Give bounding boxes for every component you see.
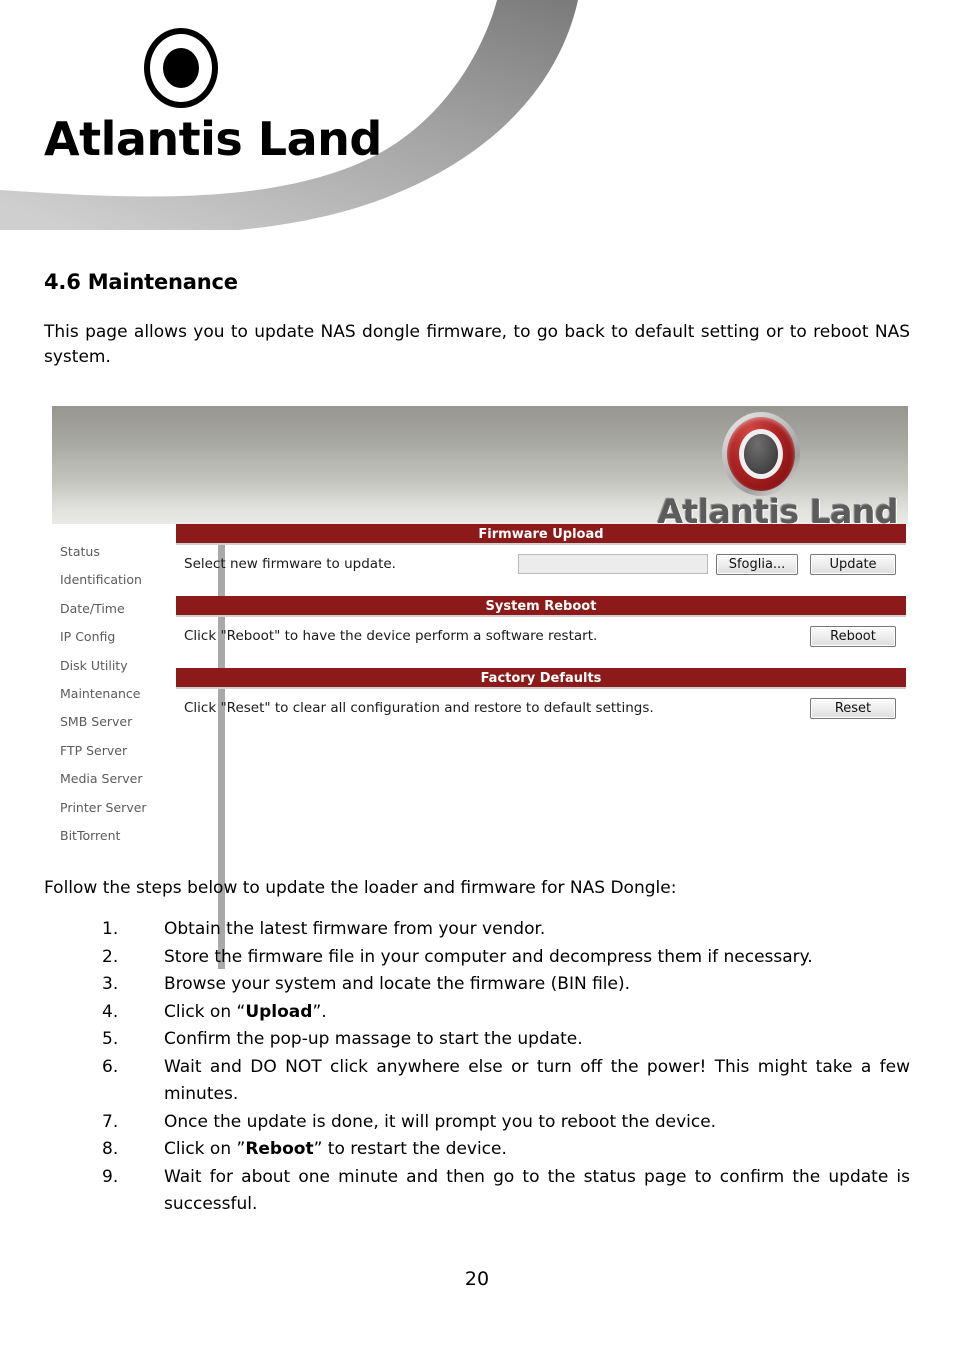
panel-spacer — [176, 583, 906, 596]
browse-button[interactable]: Sfoglia... — [716, 553, 798, 575]
panel-spacer — [176, 655, 906, 668]
reboot-button[interactable]: Reboot — [810, 625, 896, 647]
nas-sidebar: Status Identification Date/Time IP Confi… — [60, 538, 172, 850]
list-item: Obtain the latest firmware from your ven… — [102, 916, 546, 943]
page-title: 4.6 Maintenance — [44, 270, 238, 294]
steps-intro: Follow the steps below to update the loa… — [44, 878, 677, 898]
sidebar-item-smb-server[interactable]: SMB Server — [60, 708, 172, 736]
firmware-file-input[interactable] — [518, 554, 708, 574]
sidebar-item-bittorrent[interactable]: BitTorrent — [60, 822, 172, 850]
sidebar-item-disk-utility[interactable]: Disk Utility — [60, 652, 172, 680]
sidebar-item-printer-server[interactable]: Printer Server — [60, 794, 172, 822]
list-item: Browse your system and locate the firmwa… — [102, 971, 631, 998]
panel-system-reboot: System Reboot Click "Reboot" to have the… — [176, 596, 906, 655]
sidebar-item-ftp-server[interactable]: FTP Server — [60, 737, 172, 765]
list-item: Click on “Upload”. — [102, 999, 327, 1026]
page-header: Atlantis Land — [0, 0, 954, 230]
list-item: Store the firmware file in your computer… — [102, 944, 813, 971]
list-item: Confirm the pop-up massage to start the … — [102, 1026, 583, 1053]
intro-paragraph: This page allows you to update NAS dongl… — [44, 322, 910, 367]
list-item: Click on ”Reboot” to restart the device. — [102, 1136, 507, 1163]
list-item: Wait and DO NOT click anywhere else or t… — [102, 1054, 910, 1105]
panel-title-firmware-upload: Firmware Upload — [176, 524, 906, 545]
sidebar-item-date-time[interactable]: Date/Time — [60, 595, 172, 623]
atlantis-ring-icon — [722, 412, 800, 496]
list-item: Once the update is done, it will prompt … — [102, 1109, 717, 1136]
update-button[interactable]: Update — [810, 553, 896, 575]
panel-title-system-reboot: System Reboot — [176, 596, 906, 617]
system-reboot-row: Click "Reboot" to have the device perfor… — [176, 617, 906, 655]
firmware-upload-row: Select new firmware to update. Sfoglia..… — [176, 545, 906, 583]
sidebar-item-ip-config[interactable]: IP Config — [60, 623, 172, 651]
panel-title-factory-defaults: Factory Defaults — [176, 668, 906, 689]
sidebar-item-maintenance[interactable]: Maintenance — [60, 680, 172, 708]
firmware-upload-description: Select new firmware to update. — [184, 556, 396, 572]
atlantis-ring-icon — [144, 28, 218, 108]
panel-factory-defaults: Factory Defaults Click "Reset" to clear … — [176, 668, 906, 727]
sidebar-item-status[interactable]: Status — [60, 538, 172, 566]
steps-section: Follow the steps below to update the loa… — [44, 878, 910, 1219]
nas-body: Status Identification Date/Time IP Confi… — [52, 524, 908, 969]
sidebar-item-identification[interactable]: Identification — [60, 566, 172, 594]
sidebar-item-media-server[interactable]: Media Server — [60, 765, 172, 793]
brand-logo: Atlantis Land — [44, 28, 382, 166]
steps-list: Obtain the latest firmware from your ven… — [44, 916, 910, 1219]
factory-defaults-description: Click "Reset" to clear all configuration… — [184, 700, 654, 716]
brand-name: Atlantis Land — [44, 112, 382, 166]
nas-header: Atlantis Land — [52, 406, 908, 531]
nas-main-panels: Firmware Upload Select new firmware to u… — [176, 524, 906, 727]
nas-ui-screenshot: Atlantis Land Status Identification Date… — [52, 406, 908, 969]
factory-defaults-row: Click "Reset" to clear all configuration… — [176, 689, 906, 727]
system-reboot-description: Click "Reboot" to have the device perfor… — [184, 628, 598, 644]
reset-button[interactable]: Reset — [810, 697, 896, 719]
list-item: Wait for about one minute and then go to… — [102, 1164, 910, 1215]
section-content: 4.6 Maintenance This page allows you to … — [44, 270, 910, 369]
panel-firmware-upload: Firmware Upload Select new firmware to u… — [176, 524, 906, 583]
page-number: 20 — [464, 1268, 490, 1290]
